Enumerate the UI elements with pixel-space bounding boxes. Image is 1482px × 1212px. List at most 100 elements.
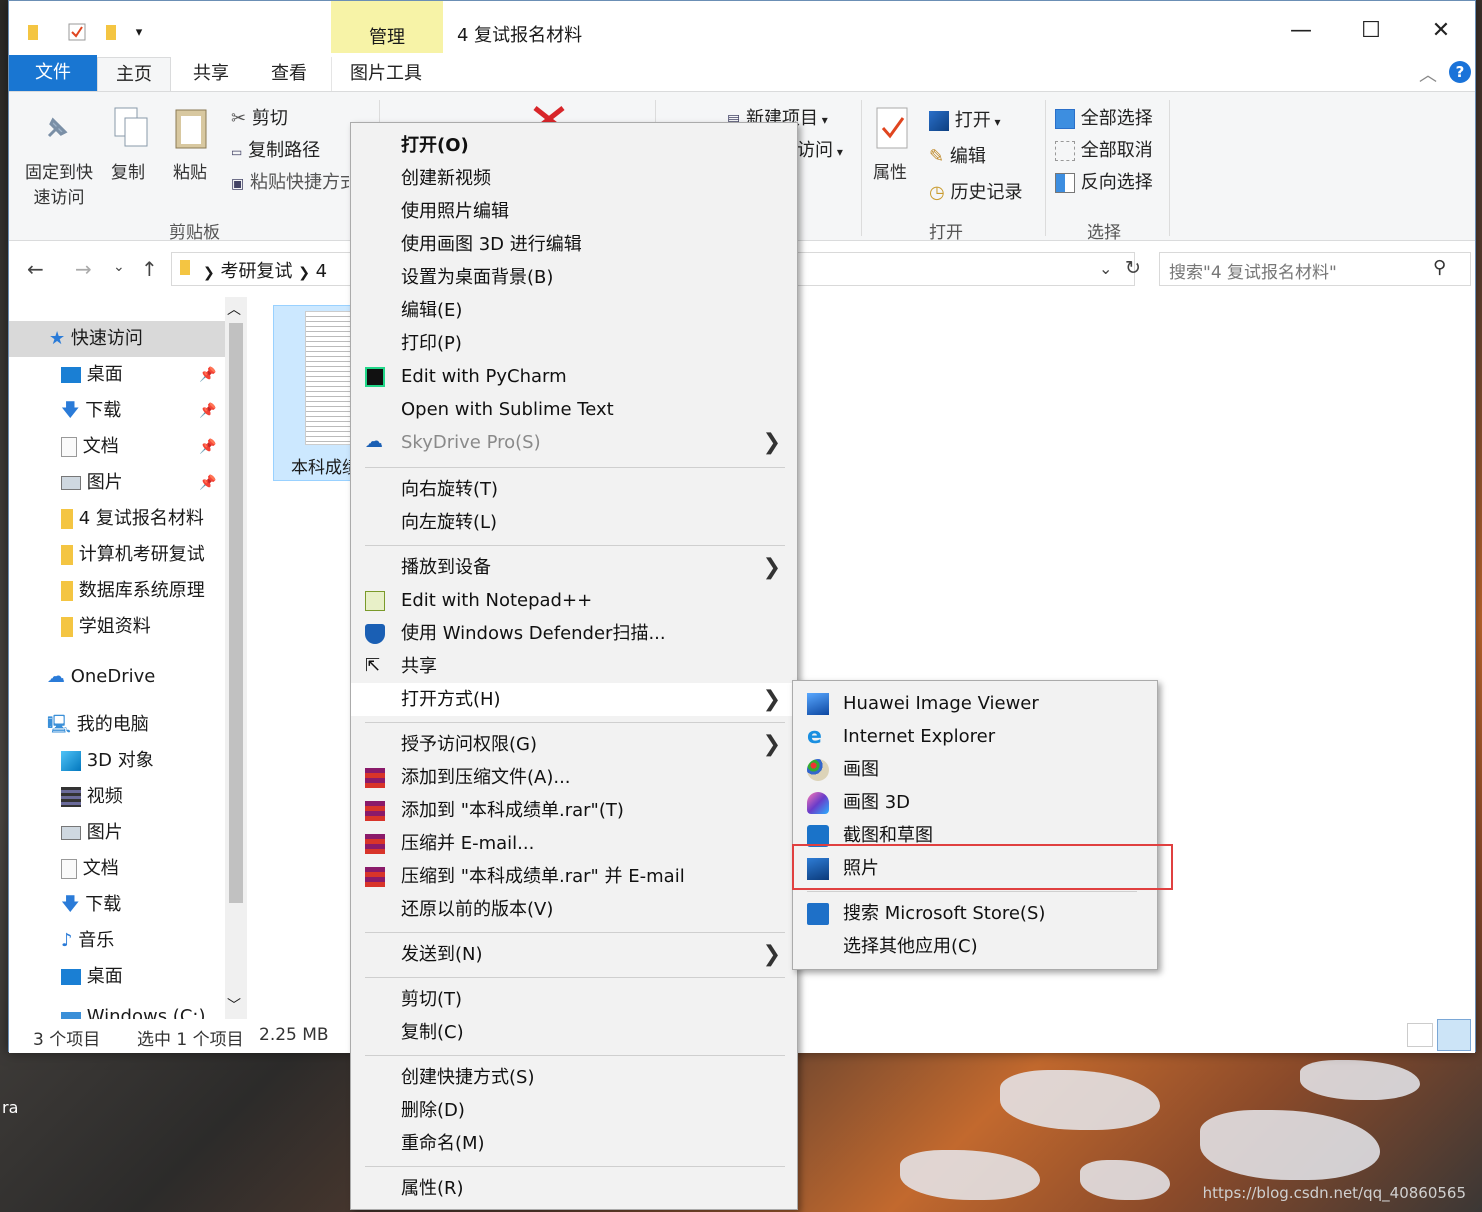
scroll-down-icon[interactable]: ﹀ — [227, 995, 241, 1015]
address-dropdown-chevron-icon[interactable]: ⌄ — [1099, 259, 1112, 278]
submenu-item-huawei-image-viewer[interactable]: Huawei Image Viewer — [793, 687, 1157, 720]
nav-item-downloads[interactable]: 🡇 下载 — [61, 887, 225, 923]
nav-scrollbar-thumb[interactable] — [229, 323, 243, 903]
search-icon[interactable]: ⚲ — [1433, 257, 1446, 278]
menu-item-cast-to-device[interactable]: 播放到设备 ❯ — [351, 551, 797, 584]
customize-toolbar-chevron-icon[interactable]: ▾ — [129, 23, 149, 43]
menu-item-open-with[interactable]: 打开方式(H) ❯ — [351, 683, 797, 716]
submenu-item-search-store[interactable]: 搜索 Microsoft Store(S) — [793, 897, 1157, 930]
maximize-button[interactable]: ☐ — [1341, 11, 1401, 51]
nav-item-folder[interactable]: 学姐资料 — [61, 609, 225, 645]
menu-item-restore-previous[interactable]: 还原以前的版本(V) — [351, 893, 797, 926]
manage-context-tab[interactable]: 管理 — [331, 23, 443, 49]
nav-item-documents[interactable]: 文档 — [61, 851, 225, 887]
menu-item-print[interactable]: 打印(P) — [351, 327, 797, 360]
menu-item-give-access[interactable]: 授予访问权限(G) ❯ — [351, 728, 797, 761]
submenu-item-choose-another-app[interactable]: 选择其他应用(C) — [793, 930, 1157, 963]
menu-item-skydrive-pro[interactable]: ☁ SkyDrive Pro(S) ❯ — [351, 426, 797, 459]
scroll-up-icon[interactable]: ︿ — [227, 299, 241, 319]
nav-item-folder[interactable]: 计算机考研复试 — [61, 537, 225, 573]
menu-item-open[interactable]: 打开(O) — [351, 129, 797, 162]
easy-access-button[interactable]: 访问 ▾ — [797, 136, 843, 162]
select-all-button[interactable]: 全部选择 — [1055, 104, 1153, 130]
desktop-icon-label[interactable]: ra — [2, 1098, 18, 1117]
pin-quick-access-button[interactable]: 固定到快 速访问 — [21, 158, 97, 208]
menu-item-copy[interactable]: 复制(C) — [351, 1016, 797, 1049]
breadcrumb-item[interactable]: 4 — [316, 261, 327, 282]
up-arrow-icon[interactable]: ↑ — [141, 257, 158, 281]
menu-item-edit-with-photos[interactable]: 使用照片编辑 — [351, 195, 797, 228]
menu-item-properties[interactable]: 属性(R) — [351, 1172, 797, 1205]
menu-item-add-to-rar[interactable]: 添加到 "本科成绩单.rar"(T) — [351, 794, 797, 827]
tab-picture-tools[interactable]: 图片工具 — [331, 57, 440, 91]
cut-button[interactable]: ✂ 剪切 — [231, 104, 288, 130]
new-folder-icon[interactable] — [101, 23, 121, 43]
menu-item-edit-with-notepadpp[interactable]: Edit with Notepad++ — [351, 584, 797, 617]
menu-item-add-to-archive[interactable]: 添加到压缩文件(A)... — [351, 761, 797, 794]
invert-selection-button[interactable]: 反向选择 — [1055, 168, 1153, 194]
menu-item-create-video[interactable]: 创建新视频 — [351, 162, 797, 195]
menu-item-rotate-left[interactable]: 向左旋转(L) — [351, 506, 797, 539]
properties-button[interactable]: 属性 — [873, 158, 907, 183]
open-button[interactable]: 打开 ▾ — [929, 106, 1001, 132]
menu-item-rotate-right[interactable]: 向右旋转(T) — [351, 473, 797, 506]
history-button[interactable]: ◷ 历史记录 — [929, 178, 1022, 204]
tab-home[interactable]: 主页 — [97, 57, 171, 91]
copy-button[interactable]: 复制 — [111, 158, 145, 183]
nav-item-3d-objects[interactable]: 3D 对象 — [61, 743, 225, 779]
minimize-button[interactable]: — — [1271, 11, 1331, 51]
nav-item-music[interactable]: ♪ 音乐 — [61, 923, 225, 959]
nav-item-this-pc[interactable]: 🖳 我的电脑 — [47, 707, 225, 743]
nav-item-desktop[interactable]: 桌面 — [61, 959, 225, 995]
submenu-item-internet-explorer[interactable]: e Internet Explorer — [793, 720, 1157, 753]
menu-item-share[interactable]: ⇱ 共享 — [351, 650, 797, 683]
nav-item-quick-access[interactable]: ★ 快速访问 — [9, 321, 225, 357]
help-icon[interactable]: ? — [1449, 61, 1471, 83]
menu-item-open-with-sublime[interactable]: Open with Sublime Text — [351, 393, 797, 426]
tab-share[interactable]: 共享 — [175, 57, 247, 91]
nav-item-videos[interactable]: 视频 — [61, 779, 225, 815]
menu-item-send-to[interactable]: 发送到(N) ❯ — [351, 938, 797, 971]
large-icons-view-icon[interactable] — [1437, 1019, 1471, 1051]
submenu-item-paint-3d[interactable]: 画图 3D — [793, 786, 1157, 819]
submenu-item-paint[interactable]: 画图 — [793, 753, 1157, 786]
nav-item-desktop[interactable]: 桌面 📌 — [61, 357, 225, 393]
menu-item-edit-with-pycharm[interactable]: Edit with PyCharm — [351, 360, 797, 393]
properties-check-icon[interactable] — [67, 23, 87, 43]
menu-item-edit[interactable]: 编辑(E) — [351, 294, 797, 327]
edit-button[interactable]: ✎ 编辑 — [929, 142, 986, 168]
recent-locations-chevron-icon[interactable]: ⌄ — [113, 259, 125, 275]
details-view-icon[interactable] — [1407, 1023, 1433, 1047]
menu-item-defender-scan[interactable]: 使用 Windows Defender扫描... — [351, 617, 797, 650]
tab-file[interactable]: 文件 — [9, 55, 97, 91]
paste-shortcut-button[interactable]: ▣ 粘贴快捷方式 — [231, 168, 349, 194]
folder-icon[interactable] — [23, 23, 43, 43]
menu-item-set-background[interactable]: 设置为桌面背景(B) — [351, 261, 797, 294]
close-button[interactable]: ✕ — [1411, 11, 1471, 51]
tab-view[interactable]: 查看 — [253, 57, 325, 91]
paste-button[interactable]: 粘贴 — [173, 158, 207, 183]
copy-path-button[interactable]: ▭ 复制路径 — [231, 136, 320, 162]
nav-item-documents[interactable]: 文档 📌 — [61, 429, 225, 465]
menu-item-cut[interactable]: 剪切(T) — [351, 983, 797, 1016]
menu-item-rename[interactable]: 重命名(M) — [351, 1127, 797, 1160]
menu-item-create-shortcut[interactable]: 创建快捷方式(S) — [351, 1061, 797, 1094]
menu-item-compress-rar-and-email[interactable]: 压缩到 "本科成绩单.rar" 并 E-mail — [351, 860, 797, 893]
back-arrow-icon[interactable]: ← — [27, 257, 44, 281]
nav-item-pictures[interactable]: 图片 📌 — [61, 465, 225, 501]
forward-arrow-icon[interactable]: → — [75, 257, 92, 281]
breadcrumb-item[interactable]: 考研复试 — [220, 261, 292, 282]
select-none-button[interactable]: 全部取消 — [1055, 136, 1153, 162]
nav-item-folder[interactable]: 4 复试报名材料 — [61, 501, 225, 537]
nav-item-onedrive[interactable]: ☁ OneDrive — [47, 659, 225, 695]
menu-item-delete[interactable]: 删除(D) — [351, 1094, 797, 1127]
collapse-ribbon-icon[interactable]: ︿ — [1419, 61, 1437, 87]
nav-item-pictures[interactable]: 图片 — [61, 815, 225, 851]
nav-item-downloads[interactable]: 🡇 下载 📌 — [61, 393, 225, 429]
pin-icon: 📌 — [199, 403, 217, 419]
nav-item-drive-c[interactable]: Windows (C:) — [61, 999, 225, 1019]
refresh-icon[interactable]: ↻ — [1125, 257, 1141, 279]
nav-item-folder[interactable]: 数据库系统原理 — [61, 573, 225, 609]
menu-item-compress-and-email[interactable]: 压缩并 E-mail... — [351, 827, 797, 860]
menu-item-edit-with-paint3d[interactable]: 使用画图 3D 进行编辑 — [351, 228, 797, 261]
